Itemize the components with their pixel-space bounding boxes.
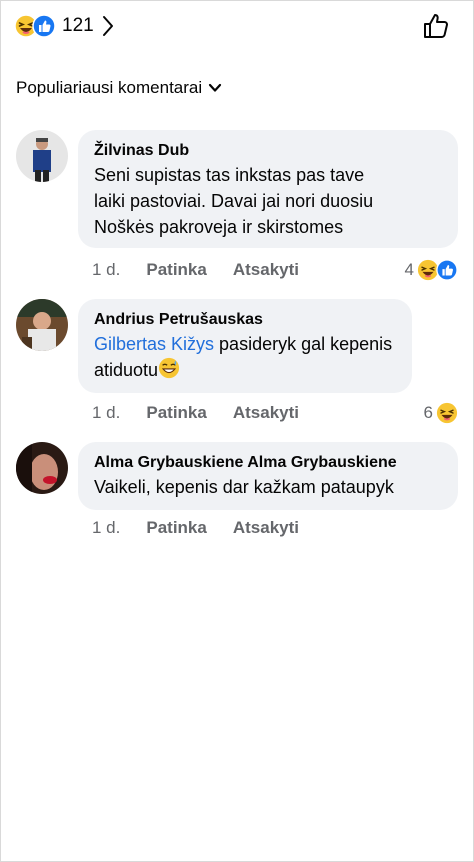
comment-author[interactable]: Alma Grybauskiene Alma Grybauskiene xyxy=(94,452,442,474)
comment-time: 1 d. xyxy=(92,403,121,422)
comment-text-line: Noškės pakroveja ir skirstomes xyxy=(94,217,344,237)
comment-reactions[interactable]: 4 xyxy=(405,259,458,281)
comment-text-line: laiki pastoviai. Davai jai nori duosiu xyxy=(94,191,374,211)
haha-icon xyxy=(436,402,458,424)
reactions-summary[interactable]: 121 xyxy=(14,12,114,40)
comment-actions: 1 d. Patinka Atsakyti xyxy=(92,403,325,423)
reply-button[interactable]: Atsakyti xyxy=(233,403,299,423)
avatar[interactable] xyxy=(16,299,68,351)
reaction-icons xyxy=(14,14,58,38)
comment-item: Andrius Petrušauskas Gilbertas Kižys pas… xyxy=(16,299,458,429)
sort-label: Populiariausi komentarai xyxy=(16,78,203,97)
comment-author[interactable]: Žilvinas Dub xyxy=(94,140,442,162)
chevron-right-icon xyxy=(102,16,113,36)
comment-bubble: Žilvinas Dub Seni supistas tas inkstas p… xyxy=(78,130,458,248)
comment-text: pasideryk gal kepenis xyxy=(214,334,393,354)
like-icon xyxy=(32,14,56,38)
chevron-down-icon xyxy=(209,83,222,92)
comment-time: 1 d. xyxy=(92,260,121,279)
reaction-count: 121 xyxy=(62,15,94,36)
comment-reactions[interactable]: 6 xyxy=(424,402,458,424)
comment-item: Alma Grybauskiene Alma Grybauskiene Vaik… xyxy=(16,442,458,552)
grinning-sweat-emoji-icon xyxy=(158,357,180,379)
like-comment-button[interactable]: Patinka xyxy=(146,403,206,423)
reply-button[interactable]: Atsakyti xyxy=(233,260,299,280)
comment-text-line: Gilbertas Kižys pasideryk gal kepenis xyxy=(94,331,396,357)
comment-sort-dropdown[interactable]: Populiariausi komentarai xyxy=(16,78,222,98)
thumbs-up-icon[interactable] xyxy=(422,12,450,40)
like-icon xyxy=(436,259,458,281)
comment-bubble: Alma Grybauskiene Alma Grybauskiene Vaik… xyxy=(78,442,458,510)
comment-item: Žilvinas Dub Seni supistas tas inkstas p… xyxy=(16,130,458,290)
avatar[interactable] xyxy=(16,442,68,494)
reactions-header: 121 xyxy=(0,0,474,52)
comment-actions: 1 d. Patinka Atsakyti xyxy=(92,518,325,538)
comment-actions: 1 d. Patinka Atsakyti xyxy=(92,260,325,280)
mention-link[interactable]: Gilbertas Kižys xyxy=(94,334,214,354)
comment-bubble: Andrius Petrušauskas Gilbertas Kižys pas… xyxy=(78,299,412,393)
comment-text: Vaikeli, kepenis dar kažkam pataupyk xyxy=(94,477,394,497)
comment-text-line: atiduotu xyxy=(94,357,396,383)
like-comment-button[interactable]: Patinka xyxy=(146,260,206,280)
reply-button[interactable]: Atsakyti xyxy=(233,518,299,538)
comment-text-line: Seni supistas tas inkstas pas tave xyxy=(94,165,365,185)
comment-reaction-count: 4 xyxy=(404,260,414,279)
avatar[interactable] xyxy=(16,130,68,182)
like-comment-button[interactable]: Patinka xyxy=(146,518,206,538)
comment-author[interactable]: Andrius Petrušauskas xyxy=(94,309,396,331)
comment-text: atiduotu xyxy=(94,360,159,380)
comment-time: 1 d. xyxy=(92,518,121,537)
comment-reaction-count: 6 xyxy=(423,403,433,422)
